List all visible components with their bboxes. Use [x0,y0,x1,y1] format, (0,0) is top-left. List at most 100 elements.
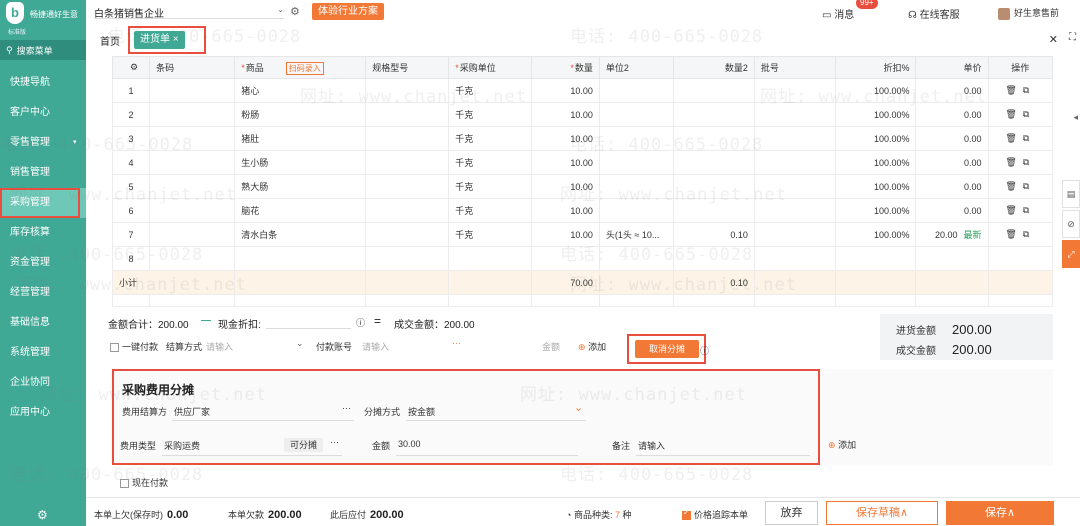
sidebar-item-3[interactable]: 销售管理 [0,158,86,188]
unit-cell[interactable]: 千克 [448,102,533,127]
close-all-tabs-icon[interactable]: ✕ [1049,33,1058,46]
unit2-cell[interactable] [598,150,675,175]
batch-cell[interactable] [753,174,836,199]
table-row[interactable]: 2 粉肠 千克 10.00 100.00% 0.00 🗑⧉ [111,102,1054,127]
pay-account-input[interactable]: 请输入 [362,340,389,353]
batch-cell[interactable] [753,150,836,175]
discount-cell[interactable]: 100.00% [834,126,917,151]
sidebar-item-5[interactable]: 库存核算 [0,218,86,248]
batch-cell[interactable] [753,246,836,271]
price-cell[interactable]: 0.00 [915,150,989,175]
pay-amount-input[interactable]: 金额 [542,340,560,353]
sidebar-item-8[interactable]: 基础信息 [0,308,86,338]
goods-cell[interactable]: 熟大肠 [234,174,367,199]
barcode-cell[interactable] [149,150,236,175]
copy-icon[interactable]: ⧉ [1023,181,1035,191]
price-cell[interactable]: 0.00 [915,102,989,127]
unit-cell[interactable]: 千克 [448,78,533,103]
table-row[interactable]: 1 猪心 千克 10.00 100.00% 0.00 🗑⧉ [111,78,1054,103]
spec-cell[interactable] [365,246,450,271]
table-row[interactable]: 7 清水白条 千克 10.00 头(1头 ≈ 10... 0.10 100.00% 20.00… [111,222,1054,247]
barcode-cell[interactable] [149,246,236,271]
goods-cell[interactable]: 清水白条 [234,222,367,247]
chevron-down-icon[interactable]: ⌄ [296,338,304,349]
barcode-cell[interactable] [149,222,236,247]
table-row[interactable]: 4 生小肠 千克 10.00 100.00% 0.00 🗑⧉ [111,150,1054,175]
qty2-cell[interactable]: 0.10 [673,222,755,247]
price-cell[interactable]: 0.00 [915,198,989,223]
messages-button[interactable]: ▭ 消息 [822,6,854,21]
unit2-cell[interactable]: 头(1头 ≈ 10... [598,222,675,247]
qty2-cell[interactable] [673,102,755,127]
unit-cell[interactable]: 千克 [448,174,533,199]
price-cell[interactable] [915,246,989,271]
batch-cell[interactable] [753,126,836,151]
note-input[interactable]: 请输入 [638,439,665,452]
pay-now-checkbox[interactable]: 现在付款 [120,476,168,489]
barcode-cell[interactable] [149,174,236,199]
expand-icon[interactable]: ⤢ [1062,240,1080,268]
barcode-cell[interactable] [149,102,236,127]
one-click-pay-checkbox[interactable]: 一键付款 [110,340,158,353]
table-row[interactable]: 3 猪肚 千克 10.00 100.00% 0.00 🗑⧉ [111,126,1054,151]
qty-cell[interactable]: 10.00 [531,222,600,247]
tab-purchase-order[interactable]: 进货单 × [134,31,185,49]
copy-icon[interactable]: ⧉ [1023,229,1035,239]
qty-cell[interactable]: 10.00 [531,174,600,199]
barcode-cell[interactable] [149,198,236,223]
sidebar-item-4[interactable]: 采购管理 [0,188,86,218]
more-icon[interactable]: ··· [452,338,461,348]
qty-cell[interactable]: 10.00 [531,198,600,223]
online-service-button[interactable]: ☊ 在线客服 [908,6,960,21]
delete-icon[interactable]: 🗑 [1005,229,1022,239]
unit-cell[interactable] [448,246,533,271]
spec-cell[interactable] [365,222,450,247]
price-cell[interactable]: 0.00 [915,78,989,103]
copy-icon[interactable]: ⧉ [1023,109,1035,119]
discard-button[interactable]: 放弃 [765,501,818,525]
unit2-cell[interactable] [598,246,675,271]
sidebar-item-11[interactable]: 应用中心 [0,398,86,428]
price-cell[interactable]: 20.00 最新 [915,222,989,247]
collapse-icon[interactable]: ◂ [1073,112,1078,123]
qty-cell[interactable]: 10.00 [531,78,600,103]
unit-cell[interactable]: 千克 [448,150,533,175]
attachment-icon[interactable]: ⊘ [1062,210,1080,238]
discount-cell[interactable]: 100.00% [834,78,917,103]
batch-cell[interactable] [753,222,836,247]
batch-cell[interactable] [753,198,836,223]
unit2-cell[interactable] [598,126,675,151]
qty2-cell[interactable] [673,150,755,175]
goods-cell[interactable]: 脑花 [234,198,367,223]
scan-entry-button[interactable]: 扫码录入 [285,61,324,75]
delete-icon[interactable]: 🗑 [1005,205,1022,215]
spec-cell[interactable] [365,78,450,103]
sidebar-item-10[interactable]: 企业协同 [0,368,86,398]
settings-gear-icon[interactable]: ⚙ [37,508,48,522]
user-menu[interactable]: 好生意售前 [998,6,1059,20]
trial-industry-button[interactable]: 体验行业方案 [312,3,384,20]
table-row[interactable]: 6 脑花 千克 10.00 100.00% 0.00 🗑⧉ [111,198,1054,223]
unit-cell[interactable]: 千克 [448,126,533,151]
table-row[interactable]: 5 熟大肠 千克 10.00 100.00% 0.00 🗑⧉ [111,174,1054,199]
table-row[interactable]: 8 [111,246,1054,271]
add-payment-button[interactable]: ⊕ 添加 [578,340,606,353]
sidebar-item-1[interactable]: 客户中心 [0,98,86,128]
alloc-method-select[interactable]: 按金额 [408,405,435,418]
goods-cell[interactable]: 生小肠 [234,150,367,175]
search-menu-button[interactable]: ⚲ 搜索菜单 [0,40,86,60]
qty2-cell[interactable] [673,198,755,223]
company-settings-icon[interactable]: ⚙ [290,5,300,18]
more-icon[interactable]: ··· [342,403,351,413]
spec-cell[interactable] [365,102,450,127]
discount-cell[interactable] [834,246,917,271]
unit2-cell[interactable] [598,78,675,103]
discount-cell[interactable]: 100.00% [834,198,917,223]
sidebar-item-6[interactable]: 资金管理 [0,248,86,278]
unit-cell[interactable]: 千克 [448,198,533,223]
save-button[interactable]: 保存∧ [946,501,1054,525]
copy-icon[interactable]: ⧉ [1023,205,1035,215]
price-cell[interactable]: 0.00 [915,126,989,151]
cash-discount-input[interactable] [266,328,351,329]
print-icon[interactable]: ▤ [1062,180,1080,208]
